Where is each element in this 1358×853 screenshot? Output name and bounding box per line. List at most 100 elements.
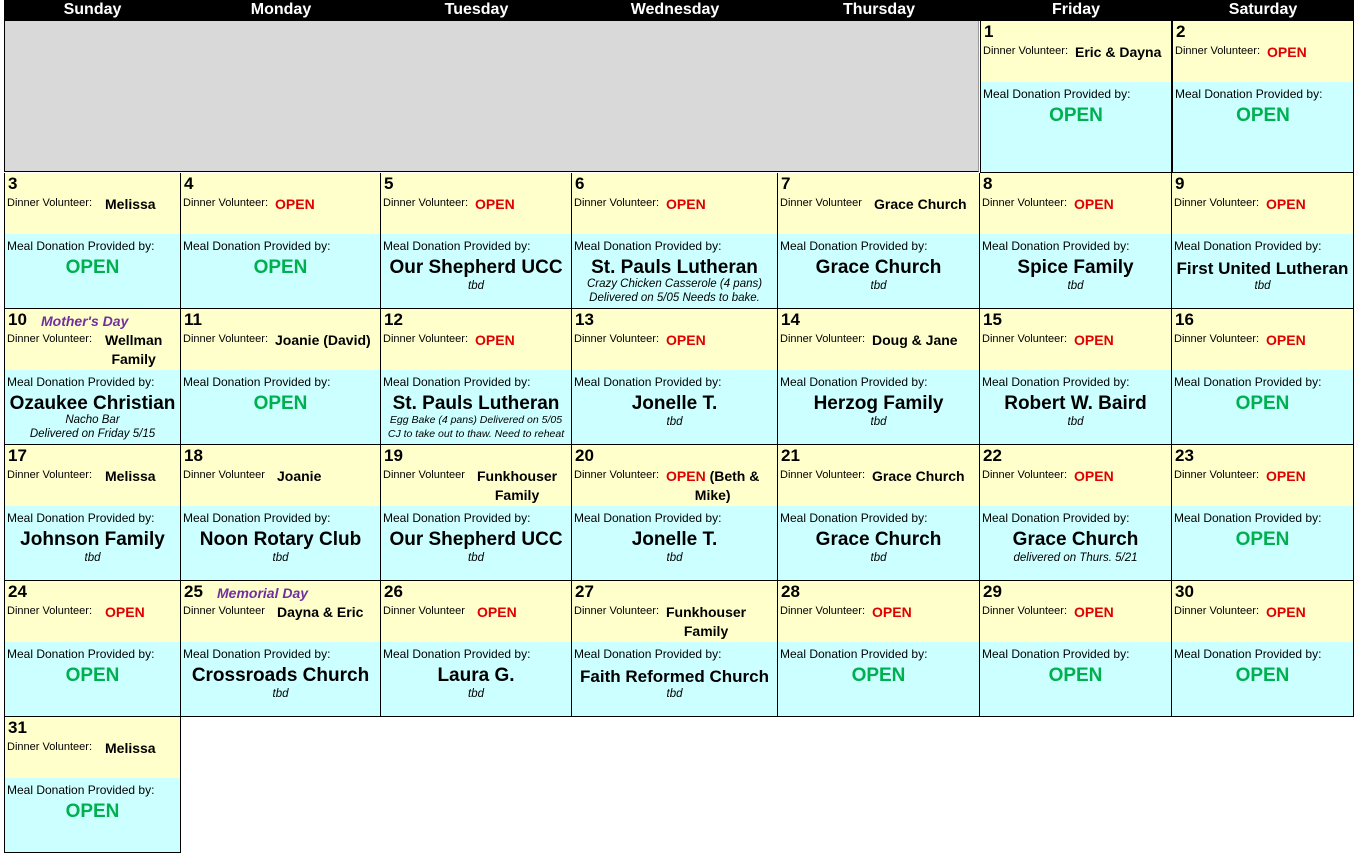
meal-provider[interactable]: OPEN (981, 105, 1171, 127)
day-cell[interactable]: 14 Dinner Volunteer: Doug & Jane Meal Donat… (778, 309, 980, 445)
volunteer-section[interactable]: 22 Dinner Volunteer: OPEN (980, 445, 1171, 506)
meal-provider[interactable]: OPEN (778, 665, 979, 687)
meal-section[interactable]: Meal Donation Provided by: Ozaukee Christ… (5, 370, 180, 444)
meal-section[interactable]: Meal Donation Provided by: OPEN (1172, 506, 1353, 580)
day-cell[interactable]: 3 Dinner Volunteer: Melissa Meal Donation P… (4, 173, 181, 309)
day-cell[interactable]: 23 Dinner Volunteer: OPEN Meal Donation Pro… (1172, 445, 1354, 581)
day-cell[interactable]: 1 Dinner Volunteer: Eric & Dayna Meal Donat… (980, 21, 1172, 173)
day-cell[interactable]: 24 Dinner Volunteer: OPEN Meal Donation Pro… (4, 581, 181, 717)
meal-section[interactable]: Meal Donation Provided by: OPEN (981, 82, 1171, 172)
day-cell[interactable]: 29 Dinner Volunteer: OPEN Meal Donation Pro… (980, 581, 1172, 717)
volunteer-section[interactable]: 1 Dinner Volunteer: Eric & Dayna (981, 21, 1171, 82)
day-cell[interactable]: 30 Dinner Volunteer: OPEN Meal Donation Pro… (1172, 581, 1354, 717)
meal-provider[interactable]: Jonelle T. (572, 529, 777, 551)
day-cell[interactable]: 28 Dinner Volunteer: OPEN Meal Donation Pro… (778, 581, 980, 717)
dinner-volunteer-name[interactable]: OPEN (872, 603, 912, 622)
day-cell[interactable]: 22 Dinner Volunteer: OPEN Meal Donation Pro… (980, 445, 1172, 581)
dinner-volunteer-name[interactable]: OPEN (666, 195, 706, 214)
volunteer-section[interactable]: 29 Dinner Volunteer: OPEN (980, 581, 1171, 642)
meal-provider[interactable]: St. Pauls Lutheran (381, 393, 571, 415)
meal-provider[interactable]: OPEN (181, 393, 380, 415)
meal-section[interactable]: Meal Donation Provided by: Grace Church tb… (778, 506, 979, 580)
dinner-volunteer-name[interactable]: OPEN (666, 331, 706, 350)
volunteer-section[interactable]: 27 Dinner Volunteer: Funkhouser Family (572, 581, 777, 642)
dinner-volunteer-name[interactable]: OPEN (1266, 603, 1306, 622)
day-cell[interactable]: 7 Dinner Volunteer Grace Church Meal Donati… (778, 173, 980, 309)
meal-provider[interactable]: OPEN (181, 257, 380, 279)
dinner-volunteer-name[interactable]: Joanie (277, 467, 321, 486)
meal-section[interactable]: Meal Donation Provided by: Robert W. Bair… (980, 370, 1171, 444)
day-cell[interactable]: 19 Dinner Volunteer Funkhouser Family Meal … (381, 445, 572, 581)
meal-provider[interactable]: OPEN (1172, 393, 1353, 415)
dinner-volunteer-name[interactable]: OPEN (1266, 467, 1306, 486)
meal-section[interactable]: Meal Donation Provided by: Johnson Family… (5, 506, 180, 580)
dinner-volunteer-name[interactable]: OPEN (1074, 331, 1114, 350)
dinner-volunteer-name[interactable]: OPEN (1074, 467, 1114, 486)
meal-provider[interactable]: OPEN (5, 257, 180, 279)
meal-section[interactable]: Meal Donation Provided by: OPEN (181, 370, 380, 444)
meal-provider[interactable]: OPEN (1173, 105, 1353, 127)
day-cell[interactable]: 16 Dinner Volunteer: OPEN Meal Donation Pro… (1172, 309, 1354, 445)
meal-provider[interactable]: Robert W. Baird (980, 393, 1171, 415)
dinner-volunteer-name[interactable]: OPEN (275, 195, 315, 214)
dinner-volunteer-name[interactable]: OPEN (1074, 195, 1114, 214)
volunteer-section[interactable]: 2 Dinner Volunteer: OPEN (1173, 21, 1353, 82)
meal-section[interactable]: Meal Donation Provided by: Our Shepherd U… (381, 506, 571, 580)
meal-provider[interactable]: Ozaukee Christian (5, 393, 180, 415)
volunteer-section[interactable]: 18 Dinner Volunteer Joanie (181, 445, 380, 506)
meal-section[interactable]: Meal Donation Provided by: St. Pauls Luth… (381, 370, 571, 444)
meal-section[interactable]: Meal Donation Provided by: OPEN (1172, 642, 1353, 716)
day-cell[interactable]: 25 Memorial Day Dinner Volunteer Dayna & Er… (181, 581, 381, 717)
meal-section[interactable]: Meal Donation Provided by: Faith Reformed… (572, 642, 777, 716)
volunteer-section[interactable]: 30 Dinner Volunteer: OPEN (1172, 581, 1353, 642)
day-cell[interactable]: 18 Dinner Volunteer Joanie Meal Donation Pr… (181, 445, 381, 581)
dinner-volunteer-name[interactable]: OPEN (1266, 331, 1306, 350)
meal-section[interactable]: Meal Donation Provided by: Herzog Family t… (778, 370, 979, 444)
volunteer-section[interactable]: 24 Dinner Volunteer: OPEN (5, 581, 180, 642)
meal-section[interactable]: Meal Donation Provided by: Grace Church de… (980, 506, 1171, 580)
day-cell[interactable]: 12 Dinner Volunteer: OPEN Meal Donation Pro… (381, 309, 572, 445)
meal-section[interactable]: Meal Donation Provided by: Jonelle T. tbd (572, 370, 777, 444)
day-cell[interactable]: 10 Mother's Day Dinner Volunteer: Wellman F… (4, 309, 181, 445)
meal-provider[interactable]: St. Pauls Lutheran (572, 257, 777, 279)
meal-section[interactable]: Meal Donation Provided by: Noon Rotary Cl… (181, 506, 380, 580)
meal-provider[interactable]: Grace Church (778, 529, 979, 551)
day-cell[interactable]: 9 Dinner Volunteer: OPEN Meal Donation Prov… (1172, 173, 1354, 309)
day-cell[interactable]: 21 Dinner Volunteer: Grace Church Meal Dona… (778, 445, 980, 581)
volunteer-section[interactable]: 20 Dinner Volunteer: OPEN (Beth & Mike) (572, 445, 777, 506)
dinner-volunteer-name[interactable]: Melissa (105, 467, 156, 486)
meal-provider[interactable]: Our Shepherd UCC (381, 257, 571, 279)
meal-section[interactable]: Meal Donation Provided by: OPEN (5, 778, 180, 852)
dinner-volunteer-name[interactable]: Grace Church (872, 467, 965, 486)
dinner-volunteer-name[interactable]: OPEN (1266, 195, 1306, 214)
meal-provider[interactable]: OPEN (5, 665, 180, 687)
meal-provider[interactable]: First United Lutheran (1172, 259, 1353, 279)
volunteer-section[interactable]: 4 Dinner Volunteer: OPEN (181, 173, 380, 234)
dinner-volunteer-name[interactable]: OPEN (1074, 603, 1114, 622)
day-cell[interactable]: 4 Dinner Volunteer: OPEN Meal Donation Prov… (181, 173, 381, 309)
volunteer-section[interactable]: 31 Dinner Volunteer: Melissa (5, 717, 180, 778)
dinner-volunteer-name[interactable]: Funkhouser Family (666, 603, 746, 641)
meal-section[interactable]: Meal Donation Provided by: Jonelle T. tbd (572, 506, 777, 580)
day-cell[interactable]: 8 Dinner Volunteer: OPEN Meal Donation Prov… (980, 173, 1172, 309)
meal-provider[interactable]: Crossroads Church (181, 665, 380, 687)
meal-provider[interactable]: Noon Rotary Club (181, 529, 380, 551)
volunteer-section[interactable]: 10 Mother's Day Dinner Volunteer: Wellman F… (5, 309, 180, 370)
day-cell[interactable]: 31 Dinner Volunteer: Melissa Meal Donation … (4, 717, 181, 853)
dinner-volunteer-name[interactable]: Dayna & Eric (277, 603, 363, 622)
meal-section[interactable]: Meal Donation Provided by: Our Shepherd U… (381, 234, 571, 308)
volunteer-section[interactable]: 19 Dinner Volunteer Funkhouser Family (381, 445, 571, 506)
dinner-volunteer-name[interactable]: OPEN (Beth & Mike) (666, 467, 759, 505)
meal-provider[interactable]: Faith Reformed Church (572, 667, 777, 687)
meal-provider[interactable]: Spice Family (980, 257, 1171, 279)
day-cell[interactable]: 13 Dinner Volunteer: OPEN Meal Donation Pro… (572, 309, 778, 445)
dinner-volunteer-name[interactable]: Melissa (105, 739, 156, 758)
day-cell[interactable]: 27 Dinner Volunteer: Funkhouser Family Meal… (572, 581, 778, 717)
volunteer-section[interactable]: 13 Dinner Volunteer: OPEN (572, 309, 777, 370)
volunteer-section[interactable]: 11 Dinner Volunteer: Joanie (David) (181, 309, 380, 370)
meal-section[interactable]: Meal Donation Provided by: OPEN (778, 642, 979, 716)
meal-section[interactable]: Meal Donation Provided by: First United L… (1172, 234, 1353, 308)
volunteer-section[interactable]: 7 Dinner Volunteer Grace Church (778, 173, 979, 234)
dinner-volunteer-name[interactable]: Joanie (David) (275, 331, 371, 350)
volunteer-section[interactable]: 8 Dinner Volunteer: OPEN (980, 173, 1171, 234)
